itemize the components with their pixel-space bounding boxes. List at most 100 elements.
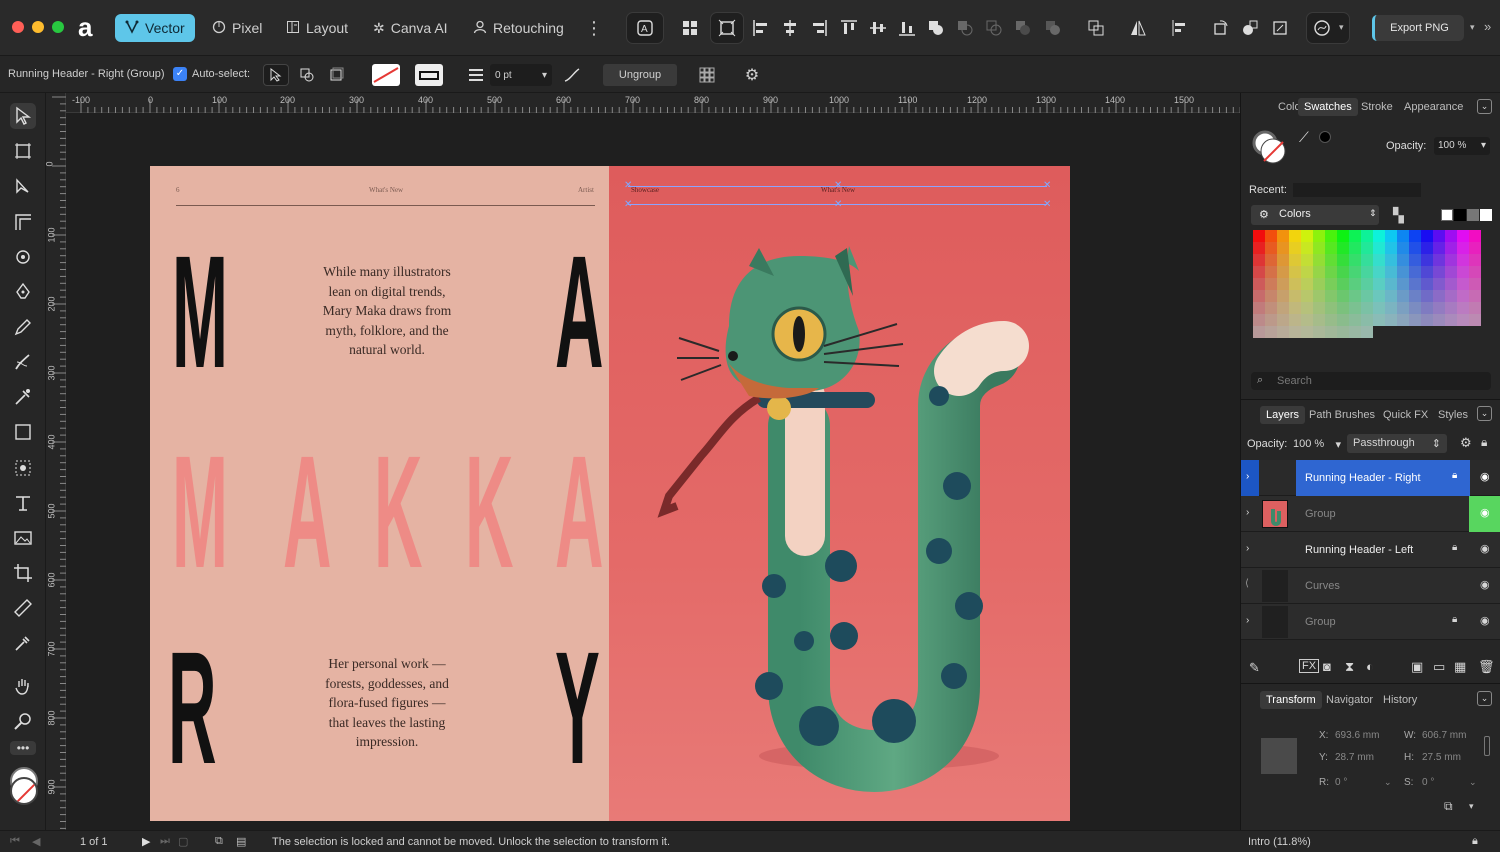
text-frame-icon[interactable]: A — [633, 16, 657, 40]
color-swatch[interactable] — [1253, 302, 1265, 314]
color-swatch[interactable] — [1265, 302, 1277, 314]
color-swatch[interactable] — [1421, 266, 1433, 278]
x-value[interactable]: 693.6 mm — [1335, 730, 1379, 741]
color-swatch[interactable] — [1337, 266, 1349, 278]
spread-right-page[interactable]: Showcase What's New ✕ ✕ ✕ ✕ ✕ ✕ — [609, 166, 1070, 821]
color-swatch[interactable] — [1469, 254, 1481, 266]
color-swatch[interactable] — [1409, 230, 1421, 242]
rotation-chevron-icon[interactable]: ⌄ — [1384, 777, 1392, 788]
color-swatch[interactable] — [1349, 290, 1361, 302]
frame-text-tool-icon[interactable] — [10, 455, 36, 481]
blend-mode-dropdown[interactable]: Passthrough ⇕ — [1347, 434, 1447, 453]
color-swatch[interactable] — [1373, 278, 1385, 290]
layer-expand-chevron-icon[interactable]: › — [1246, 471, 1249, 482]
tab-navigator[interactable]: Navigator — [1326, 694, 1373, 706]
distribute-icon[interactable] — [1168, 16, 1192, 40]
color-swatch[interactable] — [1421, 290, 1433, 302]
color-swatch[interactable] — [1445, 230, 1457, 242]
color-swatch[interactable] — [1397, 254, 1409, 266]
color-swatch[interactable] — [1421, 314, 1433, 326]
rectangle-tool-icon[interactable] — [10, 419, 36, 445]
color-swatch[interactable] — [1349, 254, 1361, 266]
color-swatch[interactable] — [1265, 254, 1277, 266]
edit-layer-icon[interactable]: ✎ — [1249, 660, 1260, 676]
node-tool-icon[interactable] — [10, 174, 36, 200]
color-swatch[interactable] — [1253, 314, 1265, 326]
color-swatch[interactable] — [1373, 242, 1385, 254]
spread-left-page[interactable]: 6 What's New Artist M A While many illus… — [150, 166, 609, 821]
color-swatch[interactable] — [1457, 254, 1469, 266]
pressure-curve-icon[interactable] — [562, 64, 582, 86]
color-swatch[interactable] — [1409, 290, 1421, 302]
color-swatch[interactable] — [1325, 302, 1337, 314]
stroke-width-field[interactable]: 0 pt ▾ — [490, 64, 552, 86]
more-tools-icon[interactable]: ••• — [10, 741, 36, 755]
color-swatch[interactable] — [1421, 254, 1433, 266]
arrange-icon[interactable] — [1084, 16, 1108, 40]
color-swatch[interactable] — [1313, 290, 1325, 302]
color-swatch[interactable] — [1457, 266, 1469, 278]
persona-canva-ai[interactable]: ✲ Canva AI — [363, 14, 458, 42]
none-swatch[interactable] — [1441, 209, 1453, 221]
color-swatch[interactable] — [1313, 254, 1325, 266]
grid-layout-icon[interactable] — [696, 64, 718, 86]
color-swatch[interactable] — [1313, 326, 1325, 338]
color-swatch[interactable] — [1325, 230, 1337, 242]
hand-tool-icon[interactable] — [10, 673, 36, 699]
color-swatch[interactable] — [1301, 290, 1313, 302]
color-swatch[interactable] — [1277, 266, 1289, 278]
color-swatch[interactable] — [1253, 266, 1265, 278]
color-swatch[interactable] — [1373, 230, 1385, 242]
color-swatch[interactable] — [1265, 290, 1277, 302]
color-swatch[interactable] — [1361, 326, 1373, 338]
color-swatch[interactable] — [1253, 290, 1265, 302]
color-swatch[interactable] — [1265, 242, 1277, 254]
fill-tool-icon[interactable] — [10, 384, 36, 410]
tab-stroke[interactable]: Stroke — [1361, 101, 1393, 113]
layer-opacity-field[interactable]: 100 % ▾ — [1291, 435, 1343, 453]
corner-tool-icon[interactable] — [10, 209, 36, 235]
layer-row[interactable]: › Running Header - Left 🔒︎ ◉ — [1241, 532, 1500, 568]
add-group-icon[interactable]: ▭ — [1433, 659, 1445, 675]
color-swatch[interactable] — [1385, 302, 1397, 314]
color-swatch[interactable] — [1265, 266, 1277, 278]
h-value[interactable]: 27.5 mm — [1422, 752, 1461, 763]
layer-visibility-eye-icon[interactable]: ◉ — [1480, 614, 1490, 627]
measure-tool-icon[interactable] — [10, 595, 36, 621]
color-swatch[interactable] — [1277, 278, 1289, 290]
status-lock-icon[interactable]: 🔒︎ — [1472, 835, 1478, 848]
color-swatch[interactable] — [1325, 314, 1337, 326]
grid-icon[interactable] — [678, 16, 702, 40]
color-swatch[interactable] — [1289, 278, 1301, 290]
color-swatch[interactable] — [1313, 302, 1325, 314]
color-swatch[interactable] — [1289, 242, 1301, 254]
color-swatch[interactable] — [1445, 302, 1457, 314]
affinity-logo-icon[interactable]: a — [78, 14, 102, 40]
spread-view-icon[interactable]: ⧉ — [215, 835, 223, 848]
adjustment-icon[interactable]: ⧗ — [1345, 659, 1354, 675]
color-swatch[interactable] — [1277, 254, 1289, 266]
color-swatch[interactable] — [1385, 230, 1397, 242]
align-bottom-icon[interactable] — [895, 16, 919, 40]
color-swatch[interactable] — [1469, 278, 1481, 290]
select-mode-arrow-icon[interactable] — [263, 64, 289, 86]
color-swatch[interactable] — [1337, 290, 1349, 302]
color-swatch[interactable] — [1277, 230, 1289, 242]
tab-styles[interactable]: Styles — [1438, 409, 1468, 421]
snapping-icon[interactable] — [715, 16, 739, 40]
layers-menu-chevron-icon[interactable]: ⌄ — [1477, 406, 1492, 421]
select-mode-layers-icon[interactable] — [324, 64, 348, 86]
align-middle-icon[interactable] — [866, 16, 890, 40]
color-swatch[interactable] — [1289, 254, 1301, 266]
layer-row[interactable]: › Running Header - Right 🔒︎ ◉ — [1241, 460, 1500, 496]
add-pixel-layer-icon[interactable]: ▣ — [1411, 659, 1423, 675]
select-mode-shapes-icon[interactable] — [295, 64, 319, 86]
color-swatch[interactable] — [1313, 230, 1325, 242]
pages-panel-icon[interactable]: ▤ — [236, 835, 246, 848]
align-center-icon[interactable] — [778, 16, 802, 40]
panel-menu-chevron-icon[interactable]: ⌄ — [1477, 99, 1492, 114]
color-swatch[interactable] — [1397, 230, 1409, 242]
layer-settings-gear-icon[interactable]: ⚙ — [1460, 435, 1472, 451]
account-icon[interactable] — [1310, 16, 1334, 40]
rotation-value[interactable]: 0 ° — [1335, 777, 1347, 788]
